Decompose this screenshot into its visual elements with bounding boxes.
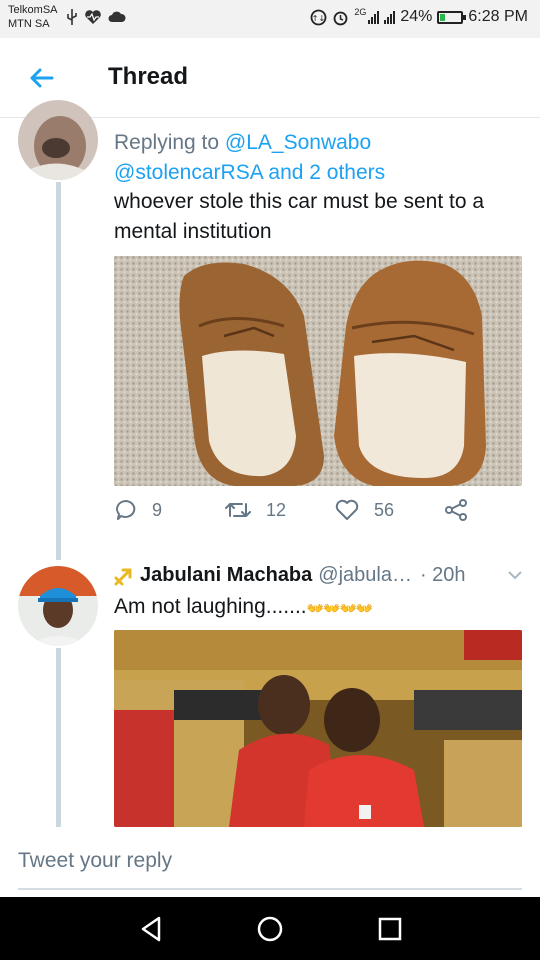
network-type: 2G [354,7,367,17]
app-header: Thread [0,38,540,118]
tweet-media[interactable] [114,256,522,486]
tweet-actions: 9 12 56 [114,498,514,532]
reply-input[interactable]: Tweet your reply [18,849,172,873]
reply-count: 9 [152,499,163,520]
thread-line-lower [56,648,61,828]
tweet-text: Am not laughing.......👐👐👐👐 [114,592,524,623]
arrow-left-icon[interactable] [26,62,58,94]
thread-line-upper [56,182,61,560]
share-icon [445,499,467,521]
status-right: ↑↓ 2G 24% 6:28 PM [310,7,528,26]
nav-home-icon[interactable] [252,911,288,947]
carrier-label: TelkomSA MTN SA [8,3,58,31]
share-action[interactable] [444,498,468,522]
like-count: 56 [374,499,395,520]
cloud-icon [108,11,126,22]
reply-user-link-2[interactable]: @stolencarRSA [114,161,263,184]
avatar-image [18,100,98,180]
retweet-arrow-icon [114,568,132,585]
battery-fill [440,13,446,21]
like-action[interactable]: 56 [334,498,394,522]
usb-icon [67,9,77,25]
reply-icon [116,500,136,520]
slippers-image [114,256,522,486]
author-name[interactable]: Jabulani Machaba [140,564,312,587]
system-nav-bar [0,897,540,960]
reply-prefix: Replying to [114,131,225,154]
retweet-icon [225,503,251,517]
status-time: 6:28 PM [468,8,528,25]
avatar-image [18,566,98,646]
tweet-emoji: 👐👐👐👐 [306,600,374,616]
carrier-2: MTN SA [8,18,50,30]
page-title: Thread [108,63,189,90]
tweet-text: whoever stole this car must be sent to a… [114,190,485,243]
status-bar: TelkomSA MTN SA ↑↓ 2G 24% 6:28 PM [0,0,540,38]
tweet-author-row: Jabulani Machaba @jabula… · 20h [114,564,524,587]
reply-composer: Tweet your reply [0,827,540,897]
replying-to: Replying to @LA_Sonwabo @stolencarRSA an… [114,128,514,188]
data-saver-icon: ↑↓ [310,9,327,25]
reply-action[interactable]: 9 [114,498,162,522]
tweet-media[interactable] [114,630,522,827]
notification-icons [66,9,126,25]
tweet-time: · 20h [419,564,466,586]
reply-underline [18,888,522,890]
nav-recents-icon[interactable] [372,911,408,947]
battery-percent: 24% [400,8,433,25]
chevron-down-icon[interactable] [506,566,524,584]
alarm-icon [333,11,348,25]
parliament-image [114,630,522,827]
svg-text:↑↓: ↑↓ [312,14,325,23]
battery-icon [437,10,467,24]
retweet-action[interactable]: 12 [224,498,286,522]
author-handle[interactable]: @jabula… [318,564,412,587]
reply-user-link-1[interactable]: @LA_Sonwabo [225,131,371,154]
signal-icon-1 [368,10,380,24]
signal-icon-2 [384,10,396,24]
carrier-1: TelkomSA [8,4,58,16]
heart-icon [335,499,359,520]
nav-back-icon[interactable] [133,911,169,947]
reply-others-link[interactable]: and 2 others [263,161,385,184]
health-icon [85,10,101,24]
avatar[interactable] [18,100,98,180]
avatar[interactable] [18,566,98,646]
tweet-text-body: Am not laughing....... [114,595,307,618]
retweet-count: 12 [266,499,287,520]
